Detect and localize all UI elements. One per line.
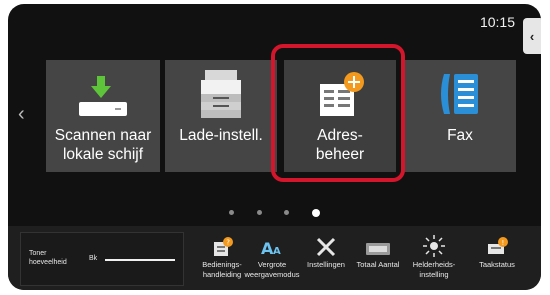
tools-icon	[298, 232, 354, 258]
page-dot[interactable]	[256, 210, 262, 216]
tile-label: Fax	[447, 127, 473, 144]
shortcut-label: Taakstatus	[479, 260, 515, 269]
tile-label-line1: Adres-	[317, 127, 363, 144]
bottom-bar: Toner hoeveelheid Bk ? Bedienings- handl…	[8, 226, 541, 290]
job-status-icon: !	[469, 232, 525, 258]
tile-label: Lade-instell.	[179, 127, 263, 144]
address-book-add-icon	[310, 72, 370, 120]
home-tiles: Scannen naar lokale schijf Lade-instell.	[8, 60, 541, 180]
page-dot[interactable]	[229, 210, 235, 216]
touch-panel-screen: 10:15 ‹ ‹ Scannen naar lokale schijf Lad…	[8, 4, 541, 290]
toner-label-line2: hoeveelheid	[29, 259, 67, 266]
brightness-icon	[406, 232, 462, 258]
shortcut-label-line1: Helderheids-	[412, 260, 456, 269]
toner-label-line1: Toner	[29, 250, 47, 257]
scan-to-local-drive-icon	[73, 72, 133, 120]
shortcut-label-line2: instelling	[419, 270, 449, 279]
shortcut-job-status[interactable]: ! Taakstatus	[469, 232, 525, 270]
tile-label-line1: Scannen naar	[54, 127, 152, 144]
counter-icon	[350, 232, 406, 258]
tile-fax[interactable]: Fax	[404, 60, 516, 172]
page-dot[interactable]	[284, 210, 290, 216]
tile-tray-settings[interactable]: Lade-instell.	[165, 60, 277, 172]
svg-text:?: ?	[226, 239, 230, 247]
tile-label-line2: lokale schijf	[62, 146, 144, 163]
enlarge-text-icon: A A	[244, 232, 300, 258]
svg-text:!: !	[502, 239, 505, 247]
manual-icon: ?	[194, 232, 250, 258]
shortcut-brightness[interactable]: Helderheids- instelling	[406, 232, 462, 280]
svg-text:A: A	[273, 246, 281, 257]
page-indicator	[8, 204, 541, 222]
clock: 10:15	[479, 14, 515, 30]
shortcut-total-count[interactable]: Totaal Aantal	[350, 232, 406, 270]
printer-tray-icon	[191, 70, 251, 120]
chevron-left-icon: ‹	[529, 28, 535, 44]
toner-color-code: Bk	[89, 255, 98, 262]
shortcut-label-line2: weergavemodus	[244, 270, 300, 279]
tile-address-management[interactable]: Adres- beheer	[284, 60, 396, 172]
shortcut-operation-guide[interactable]: ? Bedienings- handleiding	[194, 232, 250, 280]
shortcut-settings[interactable]: Instellingen	[298, 232, 354, 270]
page-dot-active[interactable]	[311, 208, 320, 217]
shortcut-enlarge-display[interactable]: A A Vergrote weergavemodus	[244, 232, 300, 280]
toner-status: Toner hoeveelheid Bk	[20, 232, 184, 286]
shortcut-label: Totaal Aantal	[356, 260, 400, 269]
fax-icon	[430, 72, 490, 120]
tile-label-line2: beheer	[315, 146, 365, 163]
shortcut-label-line2: handleiding	[202, 270, 242, 279]
toner-level-bar	[105, 259, 175, 261]
shortcut-label-line1: Vergrote	[257, 260, 287, 269]
shortcut-label-line1: Bedienings-	[202, 260, 242, 269]
side-panel-tab[interactable]: ‹	[523, 18, 541, 54]
tile-scan-to-local-drive[interactable]: Scannen naar lokale schijf	[46, 60, 160, 172]
shortcut-label: Instellingen	[307, 260, 345, 269]
